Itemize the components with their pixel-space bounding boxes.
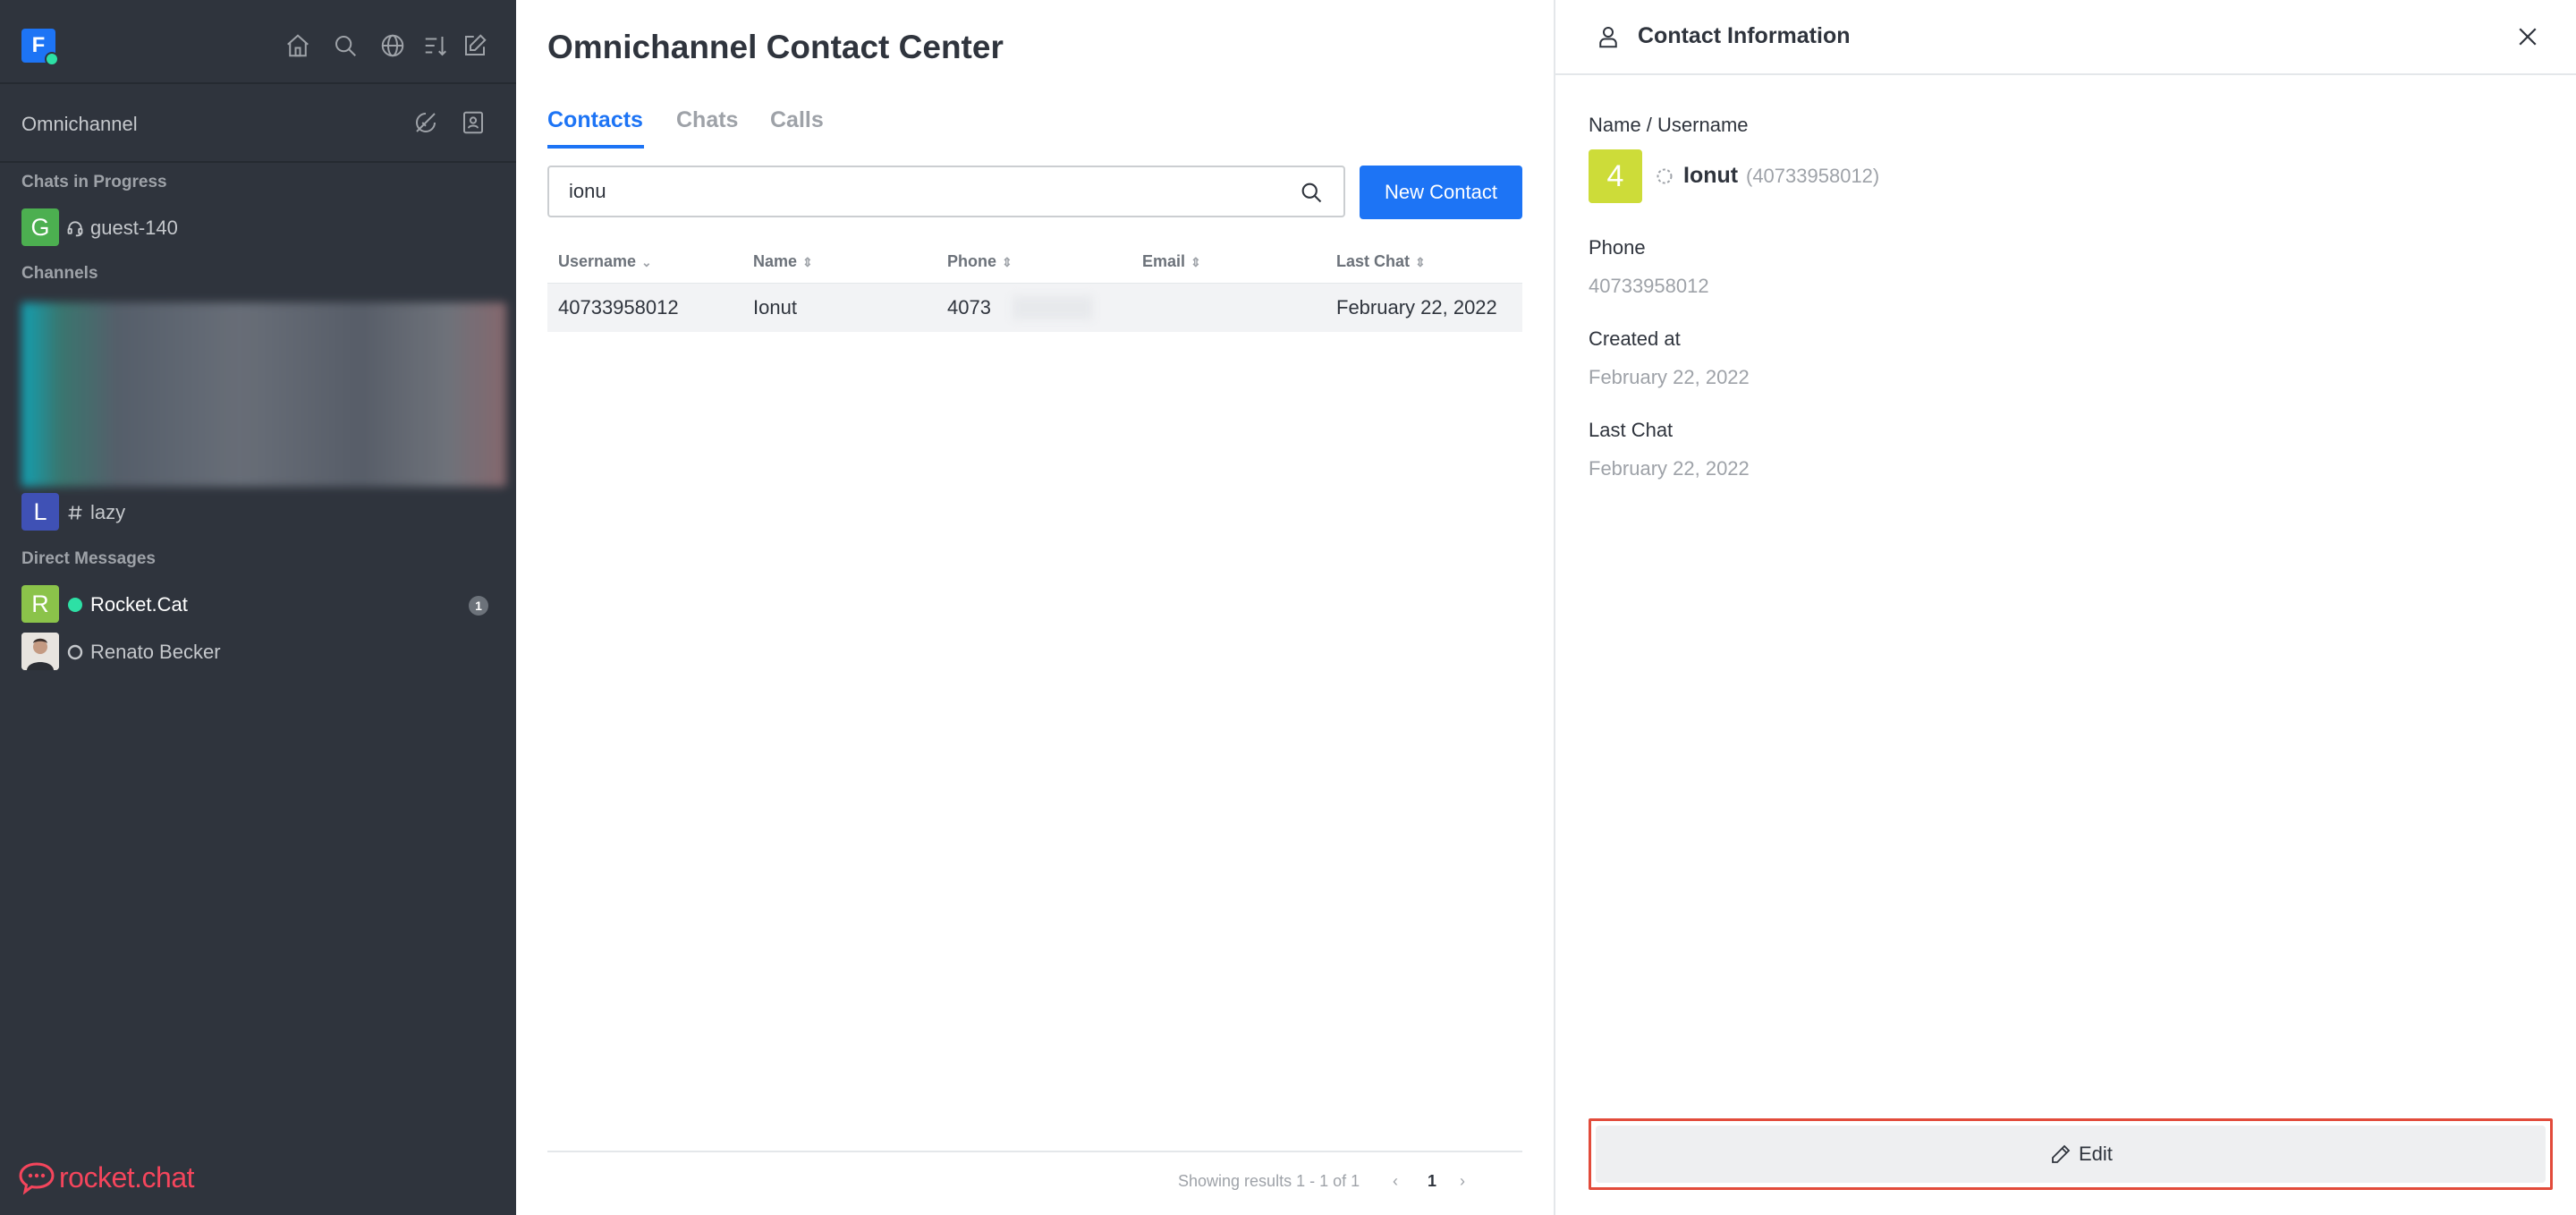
- search-field[interactable]: [547, 166, 1345, 217]
- status-online-dot: [45, 52, 59, 66]
- avatar: G: [21, 208, 59, 246]
- hashtag-icon: [66, 504, 84, 522]
- phone-value: 40733958012: [1589, 275, 1709, 297]
- sort-icon[interactable]: [422, 32, 449, 59]
- contact-center-icon[interactable]: [460, 109, 487, 136]
- column-header-phone[interactable]: Phone ⇕: [947, 252, 1013, 271]
- room-item-rocket-cat[interactable]: R Rocket.Cat 1: [21, 585, 488, 623]
- section-title-direct-messages: Direct Messages: [21, 549, 156, 568]
- sidebar: F Omnichannel Chats in Progress G guest-…: [0, 0, 516, 1215]
- headset-icon: [66, 219, 84, 237]
- room-item-renato-becker[interactable]: Renato Becker: [21, 633, 488, 670]
- room-label: guest-140: [90, 217, 178, 239]
- contact-info-title: Contact Information: [1638, 23, 1851, 48]
- rocket-chat-logo: rocket.chat: [18, 1160, 195, 1195]
- pencil-icon: [2050, 1143, 2072, 1165]
- cell-last-chat: February 22, 2022: [1336, 296, 1497, 319]
- tab-chats[interactable]: Chats: [676, 107, 738, 133]
- pagination-divider: [547, 1151, 1522, 1152]
- contact-info-panel: Contact Information Name / Username 4 Io…: [1554, 0, 2576, 1215]
- column-header-last-chat[interactable]: Last Chat ⇕: [1336, 252, 1426, 271]
- home-icon[interactable]: [284, 32, 311, 59]
- directory-icon[interactable]: [379, 32, 406, 59]
- rocket-chat-logo-icon: [19, 1162, 55, 1195]
- active-tab-indicator: [547, 145, 644, 149]
- search-input[interactable]: [569, 167, 1284, 216]
- tab-calls[interactable]: Calls: [770, 107, 824, 133]
- new-contact-button[interactable]: New Contact: [1360, 166, 1522, 219]
- pagination-summary: Showing results 1 - 1 of 1: [1178, 1172, 1360, 1190]
- cell-phone: 4073: [947, 296, 991, 319]
- contact-info-header: Contact Information: [1555, 0, 2576, 75]
- tab-contacts[interactable]: Contacts: [547, 107, 643, 133]
- user-icon: [1595, 23, 1622, 50]
- prev-page-button[interactable]: ‹: [1393, 1172, 1398, 1191]
- sidebar-header: F: [0, 0, 516, 84]
- status-offline-icon: [66, 643, 84, 661]
- section-title-chats-in-progress: Chats in Progress: [21, 173, 167, 191]
- contact-center-panel: Omnichannel Contact Center Contacts Chat…: [516, 0, 1554, 1215]
- room-item-lazy[interactable]: L lazy: [21, 493, 488, 531]
- last-chat-value: February 22, 2022: [1589, 457, 1750, 480]
- redacted-phone: [1013, 296, 1093, 319]
- cell-username: 40733958012: [558, 296, 679, 319]
- column-header-name[interactable]: Name ⇕: [753, 252, 813, 271]
- phone-label: Phone: [1589, 236, 1646, 259]
- sort-desc-icon: ⌄: [641, 255, 652, 269]
- avatar: R: [21, 585, 59, 623]
- next-page-button[interactable]: ›: [1460, 1172, 1465, 1191]
- edit-button[interactable]: Edit: [1596, 1126, 2546, 1183]
- avatar: [21, 633, 59, 670]
- column-header-username[interactable]: Username ⌄: [558, 252, 652, 271]
- edit-label: Edit: [2079, 1143, 2113, 1165]
- contact-name: Ionut: [1683, 163, 1739, 188]
- create-new-icon[interactable]: [462, 32, 488, 59]
- cell-name: Ionut: [753, 296, 797, 319]
- workspace-avatar[interactable]: F: [21, 29, 59, 66]
- contact-username: (40733958012): [1746, 165, 1880, 187]
- created-at-label: Created at: [1589, 327, 1681, 350]
- workspace-initial: F: [31, 33, 46, 57]
- sort-icon: ⇕: [1415, 255, 1426, 269]
- omnichannel-title: Omnichannel: [21, 113, 138, 135]
- avatar: L: [21, 493, 59, 531]
- name-username-label: Name / Username: [1589, 114, 1749, 136]
- blurred-channel-list: [21, 302, 506, 487]
- created-at-value: February 22, 2022: [1589, 366, 1750, 388]
- page-number-button[interactable]: 1: [1428, 1172, 1436, 1191]
- omnichannel-header: Omnichannel: [0, 82, 516, 163]
- page-title: Omnichannel Contact Center: [547, 29, 1004, 65]
- search-icon[interactable]: [332, 32, 359, 59]
- omnichannel-status-icon[interactable]: [412, 109, 439, 136]
- sort-icon: ⇕: [1191, 255, 1201, 269]
- unread-badge: 1: [469, 596, 488, 616]
- sort-icon: ⇕: [802, 255, 813, 269]
- room-label: lazy: [90, 501, 126, 523]
- search-icon[interactable]: [1299, 180, 1324, 205]
- room-label: Rocket.Cat: [90, 593, 188, 616]
- status-online-icon: [66, 596, 84, 614]
- column-header-email[interactable]: Email ⇕: [1142, 252, 1201, 271]
- room-label: Renato Becker: [90, 641, 221, 663]
- close-icon[interactable]: [2514, 23, 2541, 50]
- last-chat-label: Last Chat: [1589, 419, 1674, 441]
- table-row[interactable]: 40733958012 Ionut 4073 February 22, 2022: [547, 284, 1522, 332]
- section-title-channels: Channels: [21, 264, 98, 283]
- contact-avatar: 4: [1589, 149, 1642, 203]
- brand-wordmark: rocket.chat: [59, 1161, 195, 1194]
- sort-icon: ⇕: [1002, 255, 1013, 269]
- status-loading-icon: [1656, 167, 1674, 185]
- room-item-guest[interactable]: G guest-140: [21, 208, 488, 246]
